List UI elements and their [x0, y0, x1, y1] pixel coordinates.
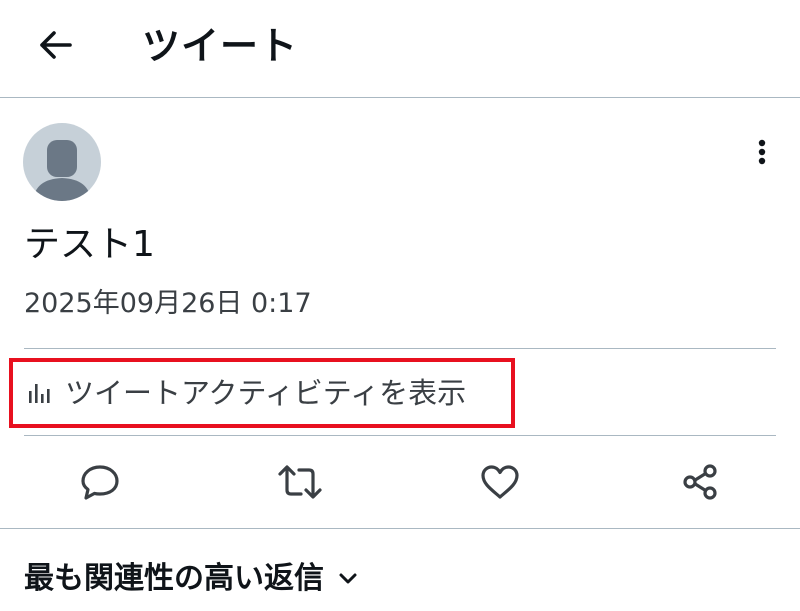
more-options-button[interactable] [745, 136, 779, 172]
divider [24, 435, 776, 436]
view-tweet-activity-button[interactable]: ツイートアクティビティを表示 [9, 358, 515, 428]
retweet-button[interactable] [276, 460, 324, 508]
vertical-ellipsis-icon [758, 139, 766, 169]
like-icon [480, 464, 520, 504]
replies-sort-label: 最も関連性の高い返信 [24, 561, 324, 596]
back-button[interactable] [30, 24, 80, 70]
arrow-left-icon [38, 30, 72, 64]
divider [24, 348, 776, 349]
retweet-icon [278, 463, 322, 505]
chevron-down-icon [338, 572, 358, 586]
reply-button[interactable] [76, 460, 124, 508]
reply-icon [80, 463, 120, 505]
replies-sort-dropdown[interactable]: 最も関連性の高い返信 [24, 556, 358, 602]
app-header: ツイート [0, 0, 800, 98]
activity-label: ツイートアクティビティを表示 [65, 376, 467, 410]
divider [0, 528, 800, 529]
bar-chart-icon [27, 380, 53, 406]
default-user-avatar-icon [33, 140, 91, 201]
avatar[interactable] [23, 123, 101, 201]
like-button[interactable] [476, 460, 524, 508]
share-button[interactable] [676, 460, 724, 508]
page-title: ツイート [142, 24, 299, 68]
share-icon [681, 463, 719, 505]
tweet-text: テスト1 [24, 224, 155, 265]
tweet-timestamp: 2025年09月26日 0:17 [24, 288, 312, 319]
